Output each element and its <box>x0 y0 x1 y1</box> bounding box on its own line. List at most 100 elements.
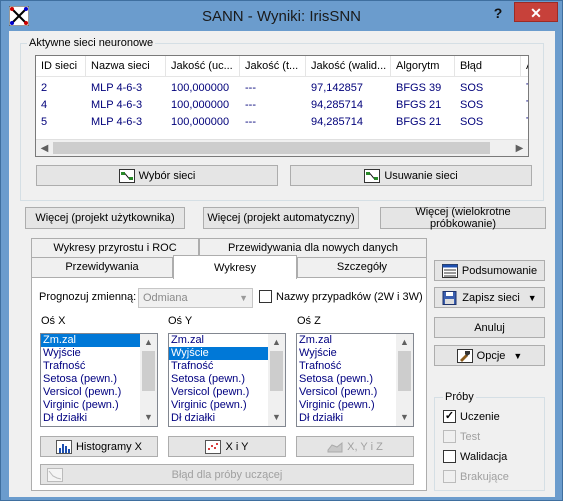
cancel-button[interactable]: Anuluj <box>434 317 545 338</box>
table-cell: T <box>521 80 528 97</box>
histogram-x-label: Histogramy X <box>75 440 143 453</box>
axis-x-label: Oś X <box>41 315 66 327</box>
title-bar[interactable]: SANN - Wyniki: IrisSNN ? ✕ <box>1 1 562 31</box>
column-header[interactable]: A <box>521 56 528 77</box>
tab-predictions[interactable]: Przewidywania <box>31 257 173 277</box>
summary-button[interactable]: Podsumowanie <box>434 260 545 281</box>
options-label: Opcje <box>476 349 506 362</box>
case-names-checkbox[interactable] <box>259 290 272 303</box>
scroll-up-icon[interactable]: ▲ <box>268 334 285 351</box>
column-header[interactable]: ID sieci <box>36 56 86 77</box>
table-cell: 97,142857 <box>311 82 363 94</box>
select-network-label: Wybór sieci <box>138 169 196 182</box>
networks-table[interactable]: ID sieci Nazwa sieci Jakość (uc... Jakoś… <box>35 55 529 157</box>
surface-xyz-button[interactable]: X, Y i Z <box>296 436 414 457</box>
training-checkbox[interactable]: ✓ <box>443 410 456 423</box>
table-cell: 100,000000 <box>171 116 230 128</box>
network-select-icon <box>118 168 135 183</box>
table-cell: SOS <box>460 99 484 111</box>
scroll-up-icon[interactable]: ▲ <box>396 334 413 351</box>
axis-y-listbox[interactable]: Zm.zal Wyjście Trafność Setosa (pewn.) V… <box>168 333 286 427</box>
scroll-thumb[interactable] <box>398 351 411 391</box>
scroll-thumb[interactable] <box>270 351 283 391</box>
column-header[interactable]: Jakość (uc... <box>166 56 240 77</box>
column-header[interactable]: Błąd <box>455 56 521 77</box>
table-cell: --- <box>245 99 256 111</box>
scroll-down-icon[interactable]: ▼ <box>396 409 413 426</box>
table-cell: SOS <box>460 82 484 94</box>
help-button[interactable]: ? <box>487 5 509 21</box>
table-cell: T <box>521 114 528 131</box>
table-cell: BFGS 39 <box>396 82 442 94</box>
column-header[interactable]: Jakość (walid... <box>306 56 391 77</box>
network-remove-icon <box>364 168 381 183</box>
table-cell: 100,000000 <box>171 82 230 94</box>
chevron-down-icon: ▼ <box>239 293 248 303</box>
dialog-client-area: Aktywne sieci neuronowe ID sieci Nazwa s… <box>9 31 555 497</box>
axis-x-scrollbar[interactable]: ▲ ▼ <box>140 334 157 426</box>
options-button[interactable]: Opcje ▼ <box>434 345 545 366</box>
more-user-project-button[interactable]: Więcej (projekt użytkownika) <box>25 207 185 229</box>
training-error-button[interactable]: Błąd dla próby uczącej <box>40 464 414 485</box>
table-cell: --- <box>245 116 256 128</box>
tab-plots[interactable]: Wykresy <box>173 255 297 279</box>
scroll-down-icon[interactable]: ▼ <box>140 409 157 426</box>
column-header[interactable]: Jakość (t... <box>240 56 306 77</box>
histogram-icon <box>55 439 72 454</box>
save-networks-label: Zapisz sieci <box>462 291 520 304</box>
test-label: Test <box>460 431 481 443</box>
remove-network-button[interactable]: Usuwanie sieci <box>290 165 532 186</box>
surface-xyz-label: X, Y i Z <box>347 440 383 453</box>
scatter-xy-button[interactable]: X i Y <box>168 436 286 457</box>
histogram-x-button[interactable]: Histogramy X <box>40 436 158 457</box>
table-cell: MLP 4-6-3 <box>91 99 143 111</box>
missing-label: Brakujące <box>460 471 509 483</box>
surface-3d-icon <box>327 441 343 452</box>
scroll-up-icon[interactable]: ▲ <box>140 334 157 351</box>
predict-variable-value: Odmiana <box>143 292 188 304</box>
chevron-down-icon: ▼ <box>527 292 537 303</box>
axis-z-scrollbar[interactable]: ▲ ▼ <box>396 334 413 426</box>
summary-label: Podsumowanie <box>461 264 538 277</box>
training-label: Uczenie <box>460 411 500 423</box>
sann-results-window: SANN - Wyniki: IrisSNN ? ✕ Aktywne sieci… <box>0 0 563 501</box>
scroll-down-icon[interactable]: ▼ <box>268 409 285 426</box>
active-networks-label: Aktywne sieci neuronowe <box>27 37 156 49</box>
table-cell: MLP 4-6-3 <box>91 82 143 94</box>
scroll-right-icon[interactable]: ▶ <box>511 140 528 156</box>
validation-label: Walidacja <box>460 451 508 463</box>
scroll-thumb[interactable] <box>53 142 490 154</box>
scroll-left-icon[interactable]: ◀ <box>36 140 53 156</box>
summary-table-icon <box>441 263 458 278</box>
table-cell: BFGS 21 <box>396 99 442 111</box>
close-button[interactable]: ✕ <box>514 2 558 22</box>
samples-title: Próby <box>443 391 476 403</box>
more-auto-project-button[interactable]: Więcej (projekt automatyczny) <box>203 207 359 229</box>
column-header[interactable]: Nazwa sieci <box>86 56 166 77</box>
axis-y-label: Oś Y <box>168 315 193 327</box>
predict-variable-label: Prognozuj zmienną: <box>39 291 137 303</box>
more-resampling-button[interactable]: Więcej (wielokrotne próbkowanie) <box>380 206 546 230</box>
save-networks-button[interactable]: Zapisz sieci ▼ <box>434 287 545 308</box>
options-hammer-icon <box>456 348 473 363</box>
select-network-button[interactable]: Wybór sieci <box>36 165 278 186</box>
axis-z-listbox[interactable]: Zm.zal Wyjście Trafność Setosa (pewn.) V… <box>296 333 414 427</box>
test-checkbox[interactable] <box>443 430 456 443</box>
predict-variable-select[interactable]: Odmiana ▼ <box>138 288 253 308</box>
missing-checkbox[interactable] <box>443 470 456 483</box>
table-cell: 5 <box>41 116 48 128</box>
scroll-thumb[interactable] <box>142 351 155 391</box>
table-cell: BFGS 21 <box>396 116 442 128</box>
table-row[interactable]: 5 MLP 4-6-3 100,000000 --- 94,285714 BFG… <box>36 114 528 131</box>
table-horizontal-scrollbar[interactable]: ◀ ▶ <box>36 139 528 156</box>
validation-checkbox[interactable] <box>443 450 456 463</box>
table-row[interactable]: 2 MLP 4-6-3 100,000000 --- 97,142857 BFG… <box>36 80 528 97</box>
plots-tab-panel: Prognozuj zmienną: Odmiana ▼ Nazwy przyp… <box>31 277 427 491</box>
axis-x-listbox[interactable]: Zm.zal Wyjście Trafność Setosa (pewn.) V… <box>40 333 158 427</box>
chevron-down-icon: ▼ <box>513 350 523 361</box>
table-row[interactable]: 4 MLP 4-6-3 100,000000 --- 94,285714 BFG… <box>36 97 528 114</box>
tab-details[interactable]: Szczegóły <box>297 257 427 277</box>
column-header[interactable]: Algorytm <box>391 56 455 77</box>
axis-y-scrollbar[interactable]: ▲ ▼ <box>268 334 285 426</box>
table-cell: 100,000000 <box>171 99 230 111</box>
